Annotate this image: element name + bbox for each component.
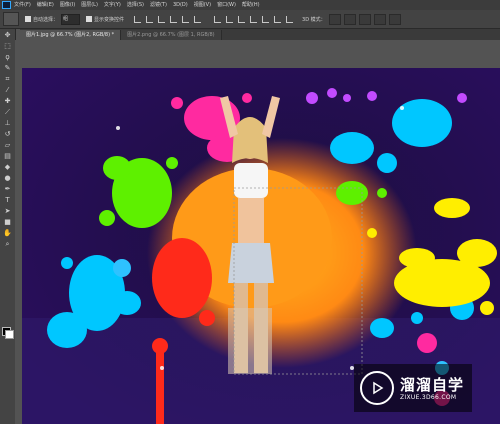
- path-select-icon[interactable]: ➤: [2, 206, 13, 216]
- brush-icon[interactable]: ⟋: [2, 107, 13, 117]
- crop-icon[interactable]: ⌗: [2, 74, 13, 84]
- auto-select-checkbox[interactable]: [25, 16, 31, 22]
- show-transform-checkbox[interactable]: [86, 16, 93, 22]
- eraser-icon[interactable]: ▱: [2, 140, 13, 150]
- auto-select-dropdown[interactable]: 组: [61, 13, 81, 25]
- menu-view[interactable]: 视图(V): [194, 0, 211, 10]
- lasso-icon[interactable]: ϙ: [2, 52, 13, 62]
- gradient-icon[interactable]: ▤: [2, 151, 13, 161]
- document-tabs: 图片1.jpg @ 66.7% (图片2, RGB/8) * 图片2.png @…: [20, 29, 500, 40]
- menu-filter[interactable]: 滤镜(T): [150, 0, 167, 10]
- 3d-roll-icon[interactable]: [343, 13, 356, 25]
- stamp-icon[interactable]: ⊥: [2, 118, 13, 128]
- menu-3d[interactable]: 3D(D): [173, 0, 188, 10]
- move-icon[interactable]: ✥: [2, 30, 13, 40]
- menu-file[interactable]: 文件(F): [14, 0, 31, 10]
- canvas-area: 溜溜自学 ZIXUE.3D66.COM: [15, 40, 500, 424]
- menu-image[interactable]: 图像(I): [60, 0, 75, 10]
- photoshop-logo-icon[interactable]: [2, 1, 11, 9]
- history-brush-icon[interactable]: ↺: [2, 129, 13, 139]
- distribute-hcenter-icon[interactable]: [260, 15, 270, 24]
- background-color-swatch[interactable]: [5, 330, 14, 339]
- align-buttons: [132, 15, 204, 24]
- align-right-icon[interactable]: [192, 15, 202, 24]
- 3d-rotate-icon[interactable]: [328, 13, 341, 25]
- healing-icon[interactable]: ✚: [2, 96, 13, 106]
- quick-select-icon[interactable]: ✎: [2, 63, 13, 73]
- align-left-icon[interactable]: [168, 15, 178, 24]
- distribute-vcenter-icon[interactable]: [224, 15, 234, 24]
- 3d-mode-label: 3D 模式：: [302, 16, 326, 23]
- 3d-drag-icon[interactable]: [358, 13, 371, 25]
- marquee-icon[interactable]: ⬚: [2, 41, 13, 51]
- align-bottom-icon[interactable]: [156, 15, 166, 24]
- pen-icon[interactable]: ✒: [2, 184, 13, 194]
- distribute-left-icon[interactable]: [248, 15, 258, 24]
- tab-document-2[interactable]: 图片2.png @ 66.7% (图层 1, RGB/8): [121, 30, 222, 40]
- auto-align-icon[interactable]: [284, 15, 294, 24]
- zoom-icon[interactable]: ⌕: [2, 239, 13, 249]
- shape-icon[interactable]: ■: [2, 217, 13, 227]
- menu-bar: 文件(F) 编辑(E) 图像(I) 图层(L) 文字(Y) 选择(S) 滤镜(T…: [0, 0, 500, 10]
- menu-type[interactable]: 文字(Y): [104, 0, 121, 10]
- menu-select[interactable]: 选择(S): [127, 0, 144, 10]
- menu-help[interactable]: 帮助(H): [242, 0, 260, 10]
- watermark-badge: 溜溜自学 ZIXUE.3D66.COM: [354, 364, 472, 412]
- move-tool-icon[interactable]: [3, 12, 19, 26]
- menu-layer[interactable]: 图层(L): [81, 0, 98, 10]
- align-top-icon[interactable]: [132, 15, 142, 24]
- dodge-icon[interactable]: ●: [2, 173, 13, 183]
- auto-select-label: 自动选择：: [33, 16, 59, 23]
- watermark-url: ZIXUE.3D66.COM: [400, 393, 457, 401]
- show-transform-label: 显示变换控件: [94, 16, 125, 23]
- distribute-bottom-icon[interactable]: [236, 15, 246, 24]
- type-icon[interactable]: T: [2, 195, 13, 205]
- tab-document-1[interactable]: 图片1.jpg @ 66.7% (图片2, RGB/8) *: [20, 30, 122, 40]
- distribute-buttons: [212, 15, 296, 24]
- tools-panel: ✥ ⬚ ϙ ✎ ⌗ ⁄ ✚ ⟋ ⊥ ↺ ▱ ▤ ◆ ● ✒ T ➤ ■ ✋ ⌕: [0, 29, 16, 424]
- play-logo-icon: [360, 371, 394, 405]
- watermark-title: 溜溜自学: [400, 375, 465, 394]
- distribute-right-icon[interactable]: [272, 15, 282, 24]
- 3d-scale-icon[interactable]: [388, 13, 401, 25]
- options-bar: 自动选择： 组 显示变换控件 3D 模式：: [0, 10, 500, 29]
- menu-edit[interactable]: 编辑(E): [37, 0, 54, 10]
- eyedropper-icon[interactable]: ⁄: [2, 85, 13, 95]
- align-hcenter-icon[interactable]: [180, 15, 190, 24]
- menu-window[interactable]: 窗口(W): [217, 0, 236, 10]
- 3d-slide-icon[interactable]: [373, 13, 386, 25]
- align-vcenter-icon[interactable]: [144, 15, 154, 24]
- hand-icon[interactable]: ✋: [2, 228, 13, 238]
- distribute-top-icon[interactable]: [212, 15, 222, 24]
- blur-icon[interactable]: ◆: [2, 162, 13, 172]
